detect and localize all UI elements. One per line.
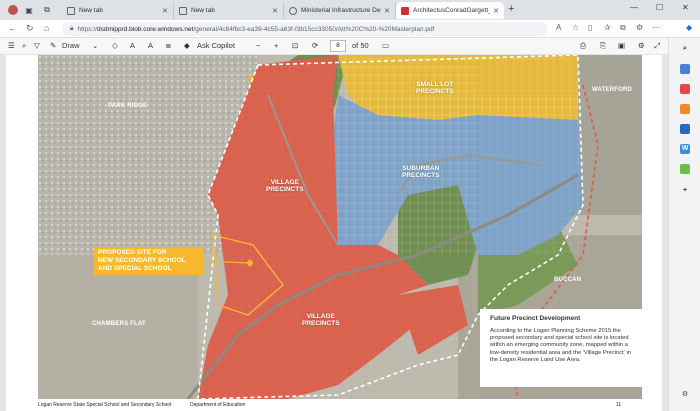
office-icon[interactable] <box>680 104 690 114</box>
url-path: /general/4c84fbc3-ea39-4c55-a63f-f3b15cc… <box>193 25 435 33</box>
tab-strip: ▣ ⧉ New tab ✕ New tab ✕ Ministerial Infr… <box>0 0 700 20</box>
close-icon[interactable]: ✕ <box>493 7 499 15</box>
text-icon[interactable]: A <box>130 41 135 50</box>
split-screen-icon[interactable]: ▯ <box>588 23 592 32</box>
copilot-icon[interactable]: ◆ <box>184 41 190 50</box>
url-field[interactable]: 🔒︎ https:// dsdmipprd.blob.core.windows.… <box>62 22 548 36</box>
shopping-icon[interactable] <box>680 64 690 74</box>
find-icon[interactable]: ⌕ <box>22 41 26 51</box>
tab-label: New tab <box>79 7 103 14</box>
info-title: Future Precinct Development <box>490 315 581 322</box>
close-icon[interactable]: ✕ <box>384 7 390 15</box>
eraser-icon[interactable]: ◇ <box>112 41 118 50</box>
pdf-icon <box>401 6 409 15</box>
tab-label: New tab <box>191 7 215 14</box>
zoom-out-icon[interactable]: − <box>256 41 260 50</box>
add-icon[interactable]: + <box>680 186 690 196</box>
tab-new-tab-2[interactable]: New tab ✕ <box>174 2 284 19</box>
back-button[interactable]: ← <box>8 23 17 33</box>
more-options-icon[interactable]: ⋯ <box>652 23 660 32</box>
footer-page-number: 11 <box>616 402 622 408</box>
globe-icon <box>289 6 297 15</box>
rotate-icon[interactable]: ⟳ <box>312 41 318 50</box>
footer-center: Department of Education <box>190 402 246 408</box>
label-village-lower: VILLAGE PRECINCTS <box>302 313 340 327</box>
label-small-lot: SMALL LOT PRECINCTS <box>416 81 454 95</box>
read-aloud-icon[interactable]: A <box>148 41 153 50</box>
proposed-site-callout: PROPOSED SITE FOR NEW SECONDARY SCHOOL A… <box>94 247 204 275</box>
label-suburban: SUBURBAN PRECINCTS <box>402 165 440 179</box>
tab-ministerial[interactable]: Ministerial Infrastructure Design ✕ <box>284 2 396 19</box>
proposed-site-marker <box>247 260 253 266</box>
label-village-upper: VILLAGE PRECINCTS <box>266 179 304 193</box>
page-view-icon[interactable]: ▭ <box>382 41 389 50</box>
close-icon[interactable]: ✕ <box>272 7 278 15</box>
extensions-icon[interactable]: ⚙ <box>636 23 643 32</box>
info-box: Future Precinct Development According to… <box>480 309 642 387</box>
page-icon <box>67 6 75 15</box>
masterplan-map: PARK RIDGE SMALL LOT PRECINCTS WATERFORD… <box>38 55 642 399</box>
outlook-icon[interactable] <box>680 124 690 134</box>
home-icon[interactable]: ⌂ <box>44 23 49 33</box>
contents-icon[interactable]: ☰ <box>8 41 15 50</box>
sidebar-settings-icon[interactable]: ⚙ <box>680 390 690 400</box>
copilot-icon[interactable]: ◆ <box>686 23 692 32</box>
pdf-page: PARK RIDGE SMALL LOT PRECINCTS WATERFORD… <box>6 55 662 411</box>
workspaces-icon[interactable]: ▣ <box>22 3 36 17</box>
close-icon[interactable]: ✕ <box>162 7 168 15</box>
save-as-icon[interactable]: ⎘ <box>600 41 606 51</box>
footer-left: Logan Reserve State Special School and S… <box>38 402 172 408</box>
edge-sidebar: ⌕ W + ⚙ <box>668 38 700 411</box>
label-park-ridge: PARK RIDGE <box>108 103 148 109</box>
url-domain: dsdmipprd.blob.core.windows.net <box>96 25 194 33</box>
pdf-viewer[interactable]: PARK RIDGE SMALL LOT PRECINCTS WATERFORD… <box>0 55 668 411</box>
tab-label: ArchitectusConradGargett_Desig <box>413 7 490 14</box>
url-prefix: https:// <box>77 25 97 33</box>
tab-new-tab-1[interactable]: New tab ✕ <box>62 2 174 19</box>
minimize-button[interactable]: — <box>630 3 638 12</box>
lock-icon: 🔒︎ <box>70 25 74 32</box>
games-icon[interactable] <box>680 164 690 174</box>
chevron-down-icon[interactable]: ⌄ <box>92 41 98 50</box>
search-icon[interactable]: ⌕ <box>680 44 690 54</box>
print-icon[interactable]: ⎙ <box>580 41 586 51</box>
info-body: According to the Logan Planning Scheme 2… <box>490 328 631 363</box>
page-icon <box>179 6 187 15</box>
pdf-settings-icon[interactable]: ⚙ <box>638 41 645 50</box>
label-chambers-flat: CHAMBERS FLAT <box>92 321 146 327</box>
favorite-star-icon[interactable]: ☆ <box>572 23 579 32</box>
save-icon[interactable]: ▣ <box>618 41 625 50</box>
maximize-button[interactable]: ☐ <box>656 3 663 12</box>
highlight-icon[interactable]: ▽ <box>34 41 40 50</box>
draw-icon[interactable]: ✎ <box>50 41 56 50</box>
collections-icon[interactable]: ⧉ <box>620 23 626 33</box>
refresh-button[interactable]: ↻ <box>26 23 34 34</box>
tools-icon[interactable] <box>680 84 690 94</box>
read-aloud-icon[interactable]: A <box>556 23 561 32</box>
tab-label: Ministerial Infrastructure Design <box>301 7 381 14</box>
zoom-in-icon[interactable]: + <box>274 41 278 50</box>
address-bar: ← ↻ ⌂ 🔒︎ https:// dsdmipprd.blob.core.wi… <box>0 20 700 38</box>
page-total: of 50 <box>352 41 369 50</box>
expand-icon[interactable]: ⤢ <box>654 41 660 51</box>
ask-copilot-button[interactable]: Ask Copilot <box>197 41 235 50</box>
pdf-toolbar: ☰ ⌕ ▽ ✎ Draw ⌄ ◇ A A ⧈ ◆ Ask Copilot − +… <box>0 38 668 55</box>
tab-masterplan-pdf[interactable]: ArchitectusConradGargett_Desig ✕ <box>396 2 504 19</box>
close-window-button[interactable]: ✕ <box>682 3 689 12</box>
favorites-icon[interactable]: ✰ <box>604 23 611 32</box>
immersive-reader-icon[interactable]: ⧈ <box>166 41 171 51</box>
fit-page-icon[interactable]: ⊡ <box>292 41 298 50</box>
profile-avatar[interactable] <box>6 3 20 17</box>
tab-actions-icon[interactable]: ⧉ <box>40 3 54 17</box>
new-tab-button[interactable]: + <box>508 3 514 15</box>
label-buccan: BUCCAN <box>554 277 582 283</box>
label-waterford: WATERFORD <box>592 87 633 93</box>
word-icon[interactable]: W <box>680 144 690 154</box>
page-number-input[interactable]: 8 <box>330 40 346 52</box>
draw-button[interactable]: Draw <box>62 41 80 50</box>
